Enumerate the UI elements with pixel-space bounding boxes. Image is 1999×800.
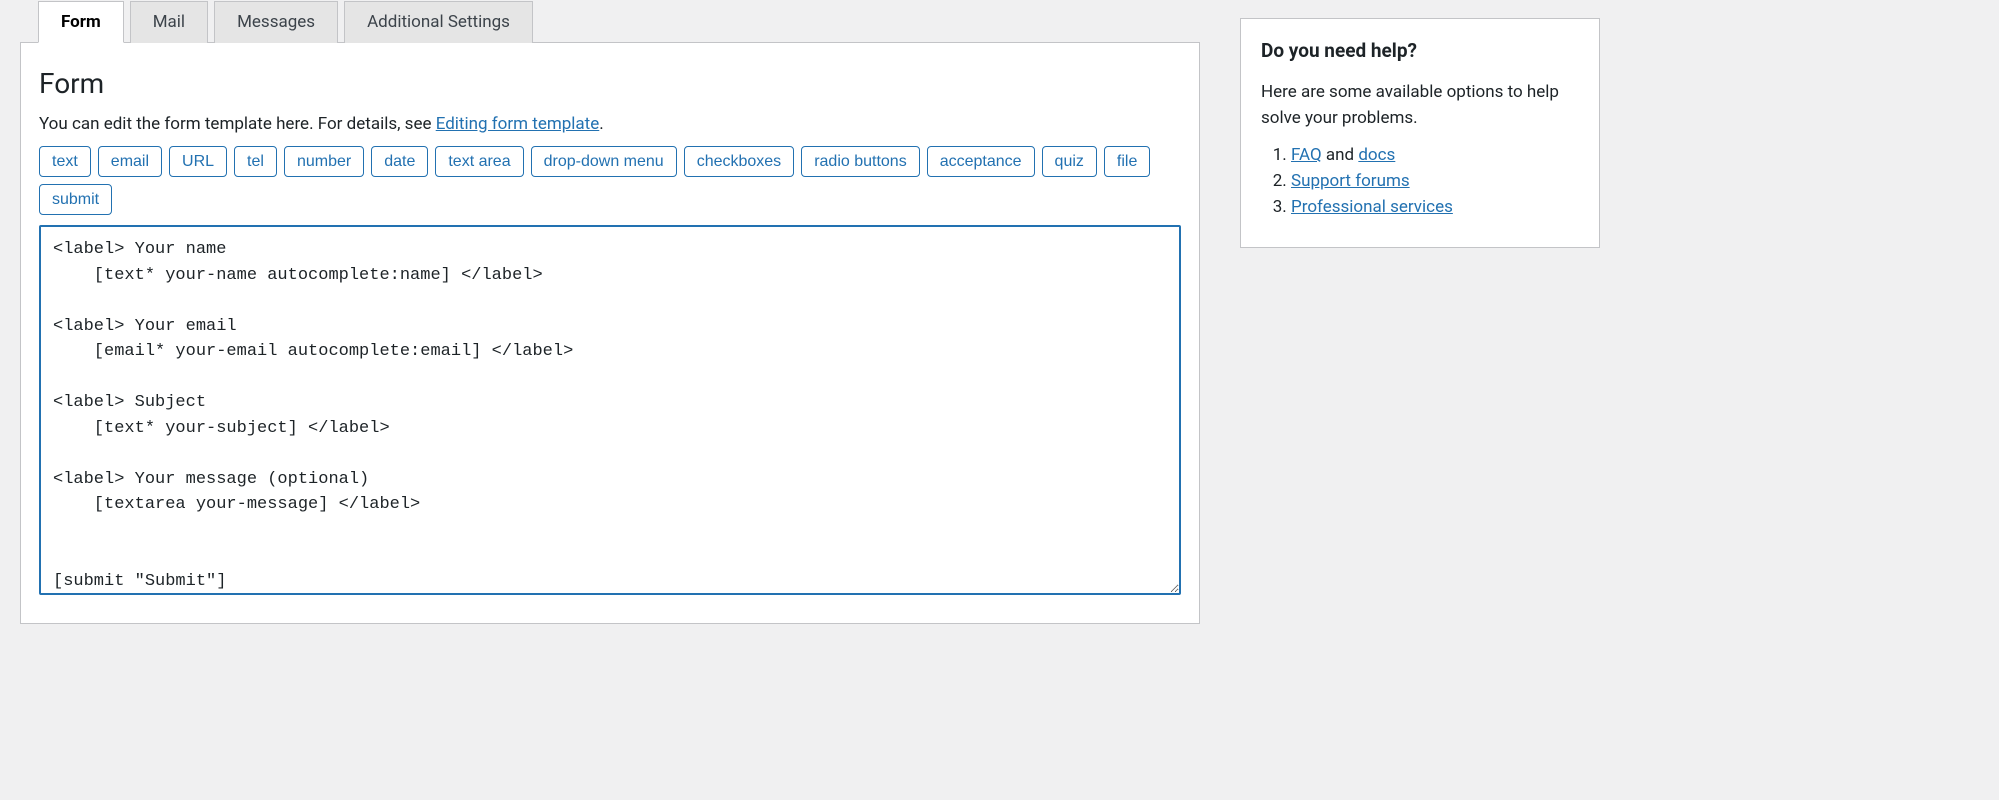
tag-btn-radio[interactable]: radio buttons [801, 146, 920, 177]
tag-btn-text[interactable]: text [39, 146, 91, 177]
help-box: Do you need help? Here are some availabl… [1240, 18, 1600, 248]
form-template-textarea[interactable] [39, 225, 1181, 595]
link-professional-services[interactable]: Professional services [1291, 197, 1453, 217]
tag-btn-email[interactable]: email [98, 146, 162, 177]
intro-text-suffix: . [599, 114, 603, 134]
editor-tabs: Form Mail Messages Additional Settings [38, 0, 1200, 43]
tab-messages[interactable]: Messages [214, 1, 338, 43]
tag-btn-quiz[interactable]: quiz [1042, 146, 1097, 177]
help-item-support-forums: Support forums [1291, 171, 1579, 191]
help-options-list: FAQ and docs Support forums Professional… [1261, 145, 1579, 217]
tag-btn-file[interactable]: file [1104, 146, 1150, 177]
tag-btn-textarea[interactable]: text area [435, 146, 523, 177]
tag-btn-date[interactable]: date [371, 146, 428, 177]
link-editing-form-template[interactable]: Editing form template [436, 114, 600, 134]
tab-form[interactable]: Form [38, 1, 124, 43]
link-support-forums[interactable]: Support forums [1291, 171, 1410, 191]
tag-btn-url[interactable]: URL [169, 146, 227, 177]
tab-mail[interactable]: Mail [130, 1, 208, 43]
tag-btn-checkboxes[interactable]: checkboxes [684, 146, 795, 177]
tag-btn-tel[interactable]: tel [234, 146, 277, 177]
help-item-faq-docs: FAQ and docs [1291, 145, 1579, 165]
tag-btn-acceptance[interactable]: acceptance [927, 146, 1035, 177]
panel-heading: Form [39, 67, 1181, 100]
intro-text-prefix: You can edit the form template here. For… [39, 114, 436, 134]
tag-buttons-row: text email URL tel number date text area… [39, 146, 1181, 215]
tab-additional-settings[interactable]: Additional Settings [344, 1, 533, 43]
tag-btn-dropdown[interactable]: drop-down menu [531, 146, 677, 177]
help-intro: Here are some available options to help … [1261, 80, 1579, 131]
link-faq[interactable]: FAQ [1291, 145, 1322, 165]
help-heading: Do you need help? [1261, 39, 1579, 62]
tag-btn-submit[interactable]: submit [39, 184, 112, 215]
help-item-professional-services: Professional services [1291, 197, 1579, 217]
link-docs[interactable]: docs [1358, 145, 1395, 165]
panel-intro: You can edit the form template here. For… [39, 114, 1181, 134]
form-panel: Form You can edit the form template here… [20, 42, 1200, 624]
tag-btn-number[interactable]: number [284, 146, 364, 177]
